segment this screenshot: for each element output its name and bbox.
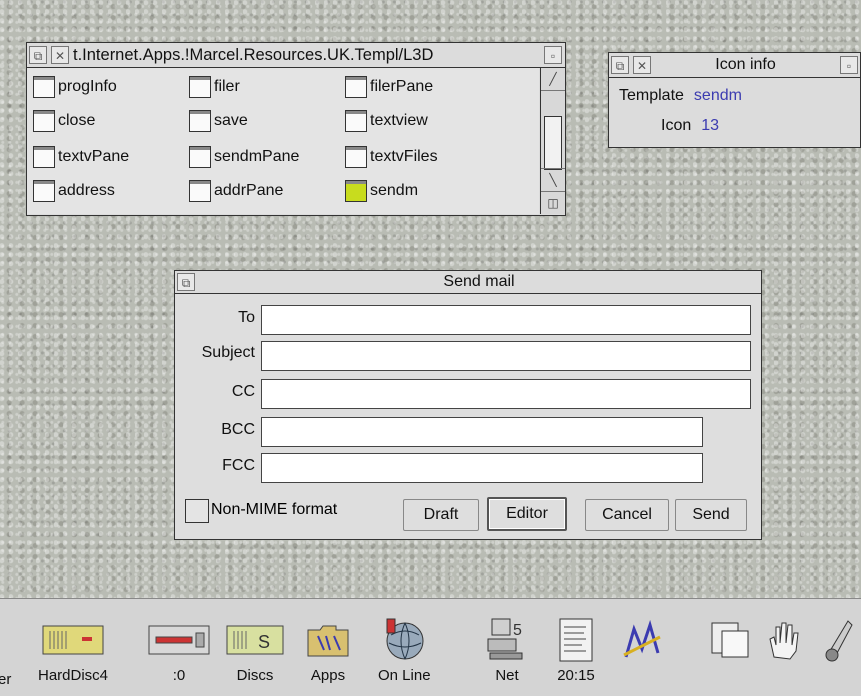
to-field[interactable] bbox=[261, 305, 751, 335]
iconbar-item-taskmanager[interactable] bbox=[818, 617, 858, 663]
icon-info-title: Icon info bbox=[715, 56, 776, 73]
scroll-thumb[interactable] bbox=[544, 116, 562, 170]
template-item-icon bbox=[189, 180, 211, 202]
template-item-icon bbox=[33, 110, 55, 132]
iconbar-item-online[interactable]: On Line bbox=[378, 617, 431, 684]
resize-icon[interactable]: ◫ bbox=[541, 192, 565, 214]
iconbar-item-floppy[interactable]: :0 bbox=[148, 617, 210, 684]
template-item[interactable]: address bbox=[33, 180, 115, 202]
back-icon[interactable]: ⧉ bbox=[29, 46, 47, 64]
template-window-title: t.Internet.Apps.!Marcel.Resources.UK.Tem… bbox=[73, 45, 434, 64]
toggle-size-icon[interactable]: ▫ bbox=[840, 56, 858, 74]
cc-label: CC bbox=[231, 383, 255, 400]
bcc-label: BCC bbox=[221, 421, 255, 438]
floppy-drive-icon bbox=[148, 617, 210, 663]
send-mail-window: ⧉ Send mail To Subject CC BCC FCC Non-MI… bbox=[174, 270, 762, 540]
iconbar-item-draw[interactable] bbox=[620, 617, 664, 663]
alarm-clock-icon bbox=[556, 617, 596, 663]
fcc-label: FCC bbox=[222, 457, 255, 474]
template-item-selected[interactable]: sendm bbox=[345, 180, 418, 202]
iconbar: er HardDisc4 :0 S Discs Apps On Line 5 N… bbox=[0, 598, 861, 696]
template-item[interactable]: textview bbox=[345, 110, 428, 132]
fcc-field[interactable] bbox=[261, 453, 703, 483]
template-item-icon bbox=[345, 76, 367, 98]
hand-icon bbox=[762, 617, 806, 663]
template-item[interactable]: textvPane bbox=[33, 146, 129, 168]
template-item-icon bbox=[345, 180, 367, 202]
template-item-icon bbox=[189, 76, 211, 98]
template-window-titlebar[interactable]: ⧉ ✕ t.Internet.Apps.!Marcel.Resources.UK… bbox=[27, 43, 565, 68]
template-item-icon bbox=[345, 110, 367, 132]
subject-label: Subject bbox=[201, 344, 255, 361]
template-item-icon bbox=[33, 76, 55, 98]
info-icon-label: Icon bbox=[661, 117, 692, 134]
discs-icon: S bbox=[226, 617, 284, 663]
draw-app-icon bbox=[620, 617, 664, 663]
template-item-icon bbox=[189, 146, 211, 168]
info-template-value: sendm bbox=[693, 87, 742, 104]
apps-folder-icon bbox=[306, 617, 350, 663]
close-icon[interactable]: ✕ bbox=[633, 56, 651, 74]
harddisc-icon bbox=[42, 617, 104, 663]
icon-info-window: ⧉ ✕ Icon info ▫ Template sendm Icon 13 bbox=[608, 52, 861, 148]
template-item-icon bbox=[33, 180, 55, 202]
info-icon-value: 13 bbox=[701, 117, 720, 134]
template-item[interactable]: save bbox=[189, 110, 248, 132]
template-item[interactable]: filerPane bbox=[345, 76, 433, 98]
template-item-icon bbox=[345, 146, 367, 168]
non-mime-label: Non-MIME format bbox=[211, 501, 338, 518]
template-window: ⧉ ✕ t.Internet.Apps.!Marcel.Resources.UK… bbox=[26, 42, 566, 216]
send-mail-title: Send mail bbox=[443, 273, 515, 290]
non-mime-checkbox[interactable] bbox=[185, 499, 209, 523]
iconbar-item-apps[interactable]: Apps bbox=[306, 617, 350, 684]
scroll-down-icon[interactable]: ╲ bbox=[541, 168, 565, 192]
iconbar-item-display[interactable] bbox=[708, 617, 752, 663]
task-manager-icon bbox=[818, 617, 858, 663]
scroll-up-icon[interactable]: ╱ bbox=[541, 68, 565, 91]
close-icon[interactable]: ✕ bbox=[51, 46, 69, 64]
cc-field[interactable] bbox=[261, 379, 751, 409]
iconbar-item-partial[interactable]: er bbox=[0, 667, 11, 688]
template-item-icon bbox=[33, 146, 55, 168]
subject-field[interactable] bbox=[261, 341, 751, 371]
to-label: To bbox=[238, 309, 255, 326]
template-icon-list: progInfo filer filerPane close save text… bbox=[27, 68, 539, 214]
back-icon[interactable]: ⧉ bbox=[177, 273, 195, 291]
template-item[interactable]: sendmPane bbox=[189, 146, 299, 168]
svg-text:S: S bbox=[258, 632, 270, 652]
toggle-size-icon[interactable]: ▫ bbox=[544, 46, 562, 64]
iconbar-item-hand[interactable] bbox=[762, 617, 806, 663]
template-item[interactable]: textvFiles bbox=[345, 146, 438, 168]
editor-button[interactable]: Editor bbox=[487, 497, 567, 531]
template-item[interactable]: progInfo bbox=[33, 76, 117, 98]
send-button[interactable]: Send bbox=[675, 499, 747, 531]
network-computer-icon: 5 bbox=[486, 617, 528, 663]
bcc-field[interactable] bbox=[261, 417, 703, 447]
template-item[interactable]: filer bbox=[189, 76, 240, 98]
info-template-row: Template sendm bbox=[619, 87, 742, 105]
info-icon-row: Icon 13 bbox=[661, 117, 719, 135]
template-item-icon bbox=[189, 110, 211, 132]
svg-text:5: 5 bbox=[513, 622, 522, 639]
cancel-button[interactable]: Cancel bbox=[585, 499, 669, 531]
globe-icon bbox=[381, 617, 427, 663]
display-icon bbox=[708, 617, 752, 663]
back-icon[interactable]: ⧉ bbox=[611, 56, 629, 74]
iconbar-item-discs[interactable]: S Discs bbox=[226, 617, 284, 684]
draft-button[interactable]: Draft bbox=[403, 499, 479, 531]
vertical-scrollbar[interactable]: ╱ ╲ ◫ bbox=[540, 68, 565, 214]
template-item[interactable]: addrPane bbox=[189, 180, 283, 202]
icon-info-titlebar[interactable]: ⧉ ✕ Icon info ▫ bbox=[609, 53, 860, 78]
iconbar-item-harddisc4[interactable]: HardDisc4 bbox=[38, 617, 108, 684]
iconbar-item-net[interactable]: 5 Net bbox=[486, 617, 528, 684]
info-template-label: Template bbox=[619, 87, 684, 104]
iconbar-item-clock[interactable]: 20:15 bbox=[556, 617, 596, 684]
send-mail-titlebar[interactable]: ⧉ Send mail bbox=[175, 271, 761, 294]
template-item[interactable]: close bbox=[33, 110, 95, 132]
